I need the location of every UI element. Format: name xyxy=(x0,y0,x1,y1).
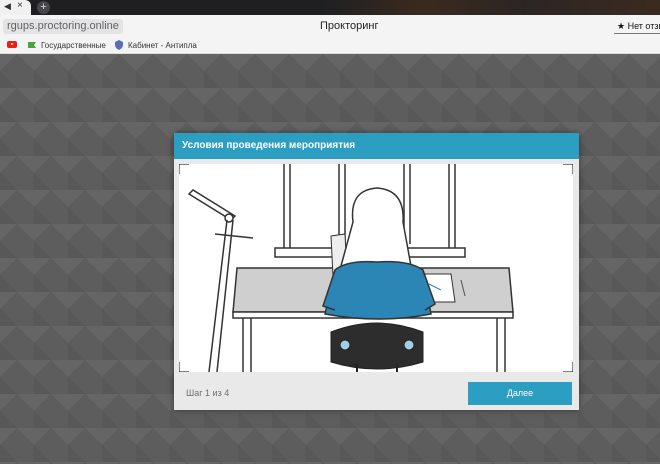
speaker-icon: ◀ xyxy=(4,1,11,11)
conditions-modal: Условия проведения мероприятия Шаг 1 из … xyxy=(174,133,579,410)
bookmark-gosudarstvennye[interactable]: Государственные xyxy=(41,40,106,51)
flag-icon xyxy=(28,42,36,48)
person-at-desk-illustration xyxy=(179,164,573,372)
browser-tab[interactable]: ◀ × xyxy=(0,0,31,15)
tab-bar-background xyxy=(320,0,660,15)
next-button[interactable]: Далее xyxy=(468,382,572,405)
url-field[interactable]: rgups.proctoring.online xyxy=(3,19,123,34)
star-icon: ★ xyxy=(617,21,626,31)
feedback-button[interactable]: ★ Нет отзыв xyxy=(614,19,660,34)
page-title: Прокторинг xyxy=(320,20,379,32)
modal-header: Условия проведения мероприятия xyxy=(174,133,579,159)
youtube-icon[interactable] xyxy=(7,41,17,48)
shield-icon xyxy=(115,40,123,50)
tab-close-button[interactable]: × xyxy=(17,0,23,11)
bookmark-kabinet[interactable]: Кабинет - Антипла xyxy=(128,40,197,51)
bookmarks-bar: Государственные Кабинет - Антипла xyxy=(0,38,660,54)
new-tab-button[interactable]: + xyxy=(37,1,50,14)
illustration-svg xyxy=(179,164,573,372)
step-indicator: Шаг 1 из 4 xyxy=(186,388,230,398)
modal-title: Условия проведения мероприятия xyxy=(182,140,356,151)
tab-bar: ◀ × + xyxy=(0,0,660,15)
feedback-label: Нет отзыв xyxy=(627,21,660,31)
address-bar: rgups.proctoring.online Прокторинг ★ Нет… xyxy=(0,15,660,38)
